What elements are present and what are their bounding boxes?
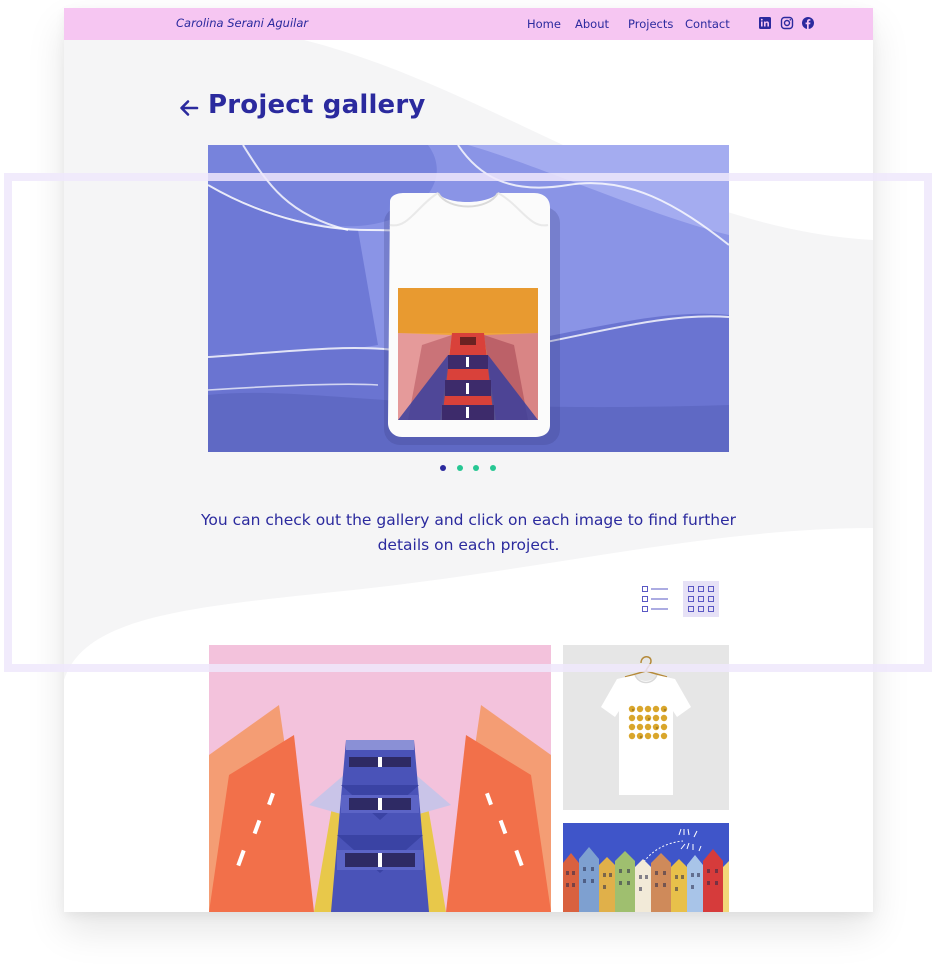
browser-frame: Carolina Serani Aguilar Home About Proje…: [64, 8, 873, 912]
nav-home[interactable]: Home: [527, 17, 561, 31]
grid-view-icon: [688, 586, 714, 612]
carousel-dot-4[interactable]: [490, 465, 496, 471]
carousel-dot-1[interactable]: [440, 465, 446, 471]
tshirt-hanger-image: [563, 645, 729, 810]
carousel-slide[interactable]: [208, 145, 729, 452]
gallery-item-building[interactable]: [209, 645, 551, 912]
list-view-button[interactable]: [638, 581, 674, 617]
building-illustration-image: [209, 645, 551, 912]
page-title: Project gallery: [208, 90, 426, 120]
town-illustration-image: [563, 823, 729, 912]
list-view-icon: [642, 586, 668, 612]
facebook-icon[interactable]: [801, 16, 815, 30]
arrow-left-icon[interactable]: [178, 97, 200, 119]
nav-about[interactable]: About: [575, 17, 609, 31]
linkedin-icon[interactable]: [758, 16, 772, 30]
grid-view-button[interactable]: [683, 581, 719, 617]
instagram-icon[interactable]: [780, 16, 794, 30]
top-navigation-bar: Carolina Serani Aguilar Home About Proje…: [64, 8, 873, 40]
tshirt-mockup-image: [208, 145, 729, 452]
nav-contact[interactable]: Contact: [685, 17, 730, 31]
carousel-dot-2[interactable]: [457, 465, 463, 471]
carousel-dot-3[interactable]: [473, 465, 479, 471]
site-brand[interactable]: Carolina Serani Aguilar: [176, 16, 308, 30]
gallery-intro-text: You can check out the gallery and click …: [200, 511, 737, 554]
gallery-item-tshirt[interactable]: [563, 645, 729, 810]
nav-projects[interactable]: Projects: [628, 17, 673, 31]
gallery-item-town[interactable]: [563, 823, 729, 912]
